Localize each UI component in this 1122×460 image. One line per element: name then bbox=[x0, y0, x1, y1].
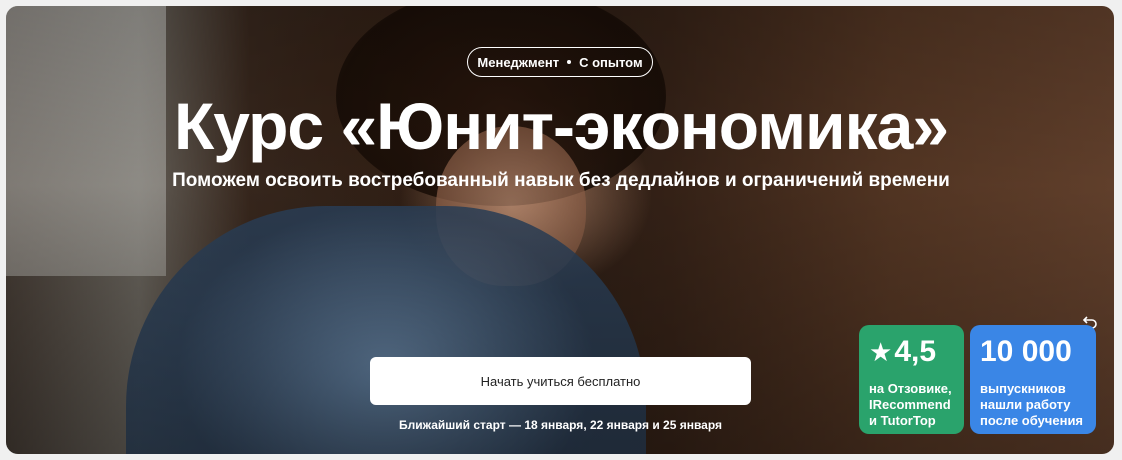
tag-separator-dot bbox=[567, 60, 572, 64]
tag-level: С опытом bbox=[579, 54, 643, 70]
page-subtitle: Поможем освоить востребованный навык без… bbox=[172, 170, 950, 191]
rating-text: на Отзовике, IRecommend и TutorTop bbox=[869, 381, 952, 428]
rating-value: 4,5 bbox=[894, 335, 937, 368]
page-title: Курс «Юнит-экономика» bbox=[173, 89, 949, 163]
tag-category: Менеджмент bbox=[477, 54, 560, 70]
start-free-button[interactable]: Начать учиться бесплатно bbox=[370, 357, 751, 405]
graduates-text: выпускников нашли работу после обучения bbox=[980, 381, 1084, 428]
start-dates: Ближайший старт — 18 января, 22 января и… bbox=[398, 418, 723, 432]
graduates-card: 10 000 выпускников нашли работу после об… bbox=[970, 325, 1096, 434]
graduates-value: 10 000 bbox=[980, 335, 1072, 368]
course-tag: Менеджмент С опытом bbox=[467, 47, 653, 77]
star-icon: ★ bbox=[869, 337, 893, 367]
rating-card: ★ 4,5 на Отзовике, IRecommend и TutorTop bbox=[859, 325, 964, 434]
